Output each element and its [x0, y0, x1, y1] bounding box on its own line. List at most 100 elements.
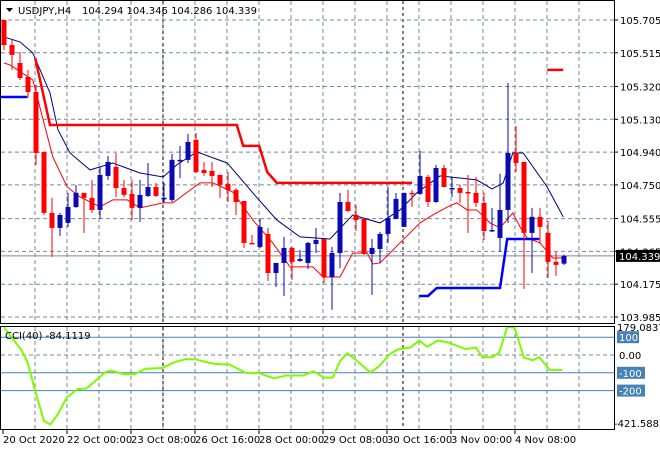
cci-level-label: -200	[619, 387, 642, 398]
candle-body	[425, 176, 431, 203]
current-price-label: 104.339	[619, 252, 660, 263]
candle-body	[161, 197, 167, 200]
candle-bear	[537, 207, 543, 243]
candle-body	[297, 258, 303, 261]
candle-body	[433, 167, 439, 203]
candle-body	[465, 191, 471, 194]
candle-bull	[73, 184, 79, 208]
candle-body	[201, 169, 207, 173]
ma-slow-line	[3, 36, 564, 240]
time-label: 22 Oct 00:00	[67, 435, 132, 446]
candle-bear	[129, 179, 135, 220]
candle-body	[473, 192, 479, 203]
trading-chart[interactable]: USDJPY,H4 104.294 104.346 104.286 104.33…	[0, 0, 660, 450]
candle-body	[281, 247, 287, 263]
price-label: 105.130	[620, 115, 660, 126]
price-label: 105.705	[620, 16, 660, 27]
time-label: 20 Oct 2020	[3, 435, 65, 446]
candle-bull	[489, 207, 495, 232]
candle-bear	[353, 204, 359, 232]
candle-body	[129, 193, 135, 208]
candle-body	[89, 197, 95, 210]
price-label: 104.750	[620, 181, 660, 192]
candle-body	[449, 188, 455, 190]
candle-body	[337, 202, 343, 253]
candle-body	[537, 216, 543, 227]
candle-bull	[401, 192, 407, 227]
candle-body	[481, 202, 487, 232]
candle-bear	[441, 164, 447, 187]
candle-bull	[433, 164, 439, 203]
candle-body	[73, 192, 79, 208]
candle-bear	[1, 20, 7, 51]
candle-body	[385, 217, 391, 234]
candle-body	[249, 242, 255, 245]
candle-body	[313, 239, 319, 244]
price-label: 104.555	[620, 215, 660, 226]
stop-line-blue	[419, 237, 540, 298]
price-label: 104.175	[620, 280, 660, 291]
candle-bear	[289, 246, 295, 280]
candle-bear	[81, 192, 87, 233]
candle-bear	[521, 161, 527, 289]
candle-body	[393, 198, 399, 219]
candle-bull	[161, 182, 167, 203]
candle-bear	[513, 126, 519, 172]
candle-bear	[113, 152, 119, 197]
candle-bull	[393, 192, 399, 219]
candle-body	[225, 183, 231, 190]
candle-body	[169, 159, 175, 200]
candle-body	[329, 252, 335, 277]
candle-bull	[369, 238, 375, 295]
candle-bear	[465, 174, 471, 233]
axes: 105.705 105.515 105.320 105.130 104.940 104.7…	[2, 16, 660, 446]
candle-bear	[321, 238, 327, 283]
candle-body	[265, 233, 271, 273]
candle-body	[441, 167, 447, 187]
candle-bear	[481, 192, 487, 240]
candle-body	[377, 233, 383, 249]
candle-body	[345, 202, 351, 211]
candle-body	[401, 192, 407, 227]
time-label: 23 Oct 08:00	[131, 435, 196, 446]
candle-bear	[345, 189, 351, 212]
candle-body	[137, 194, 143, 208]
time-label: 30 Oct 16:00	[387, 435, 452, 446]
candle-body	[177, 159, 183, 162]
candle-body	[153, 186, 159, 196]
candle-bull	[313, 227, 319, 253]
candle-body	[289, 247, 295, 262]
candle-bear	[233, 188, 239, 215]
candle-bull	[305, 241, 311, 270]
candle-bear	[249, 234, 255, 245]
candle-bear	[33, 84, 39, 165]
candle-body	[513, 152, 519, 163]
cci-zero-label: 0.00	[619, 351, 641, 362]
candle-bull	[377, 231, 383, 263]
price-label: 105.320	[620, 82, 660, 93]
candle-body	[497, 209, 503, 238]
candle-bear	[217, 174, 223, 198]
candle-bull	[57, 212, 63, 236]
ohlc-values: 104.294 104.346 104.286 104.339	[82, 6, 257, 17]
symbol-label: USDJPY,H4	[18, 6, 71, 17]
candle-body	[529, 216, 535, 233]
candle-body	[41, 151, 47, 213]
candle-bull	[169, 154, 175, 203]
candle-body	[65, 207, 71, 223]
candle-body	[145, 186, 151, 196]
candle-bear	[121, 179, 127, 197]
candle-bull	[337, 192, 343, 268]
candle-bull	[561, 254, 567, 266]
candle-body	[273, 262, 279, 273]
candle-body	[49, 212, 55, 228]
dropdown-triangle-icon[interactable]	[6, 8, 13, 12]
candle-bull	[505, 83, 511, 223]
time-label: 26 Oct 16:00	[195, 435, 260, 446]
time-label: 28 Oct 00:00	[259, 435, 324, 446]
candle-bull	[329, 246, 335, 310]
candle-body	[305, 242, 311, 263]
candle-bull	[273, 262, 279, 287]
candle-body	[361, 218, 367, 254]
candle-body	[105, 161, 111, 176]
